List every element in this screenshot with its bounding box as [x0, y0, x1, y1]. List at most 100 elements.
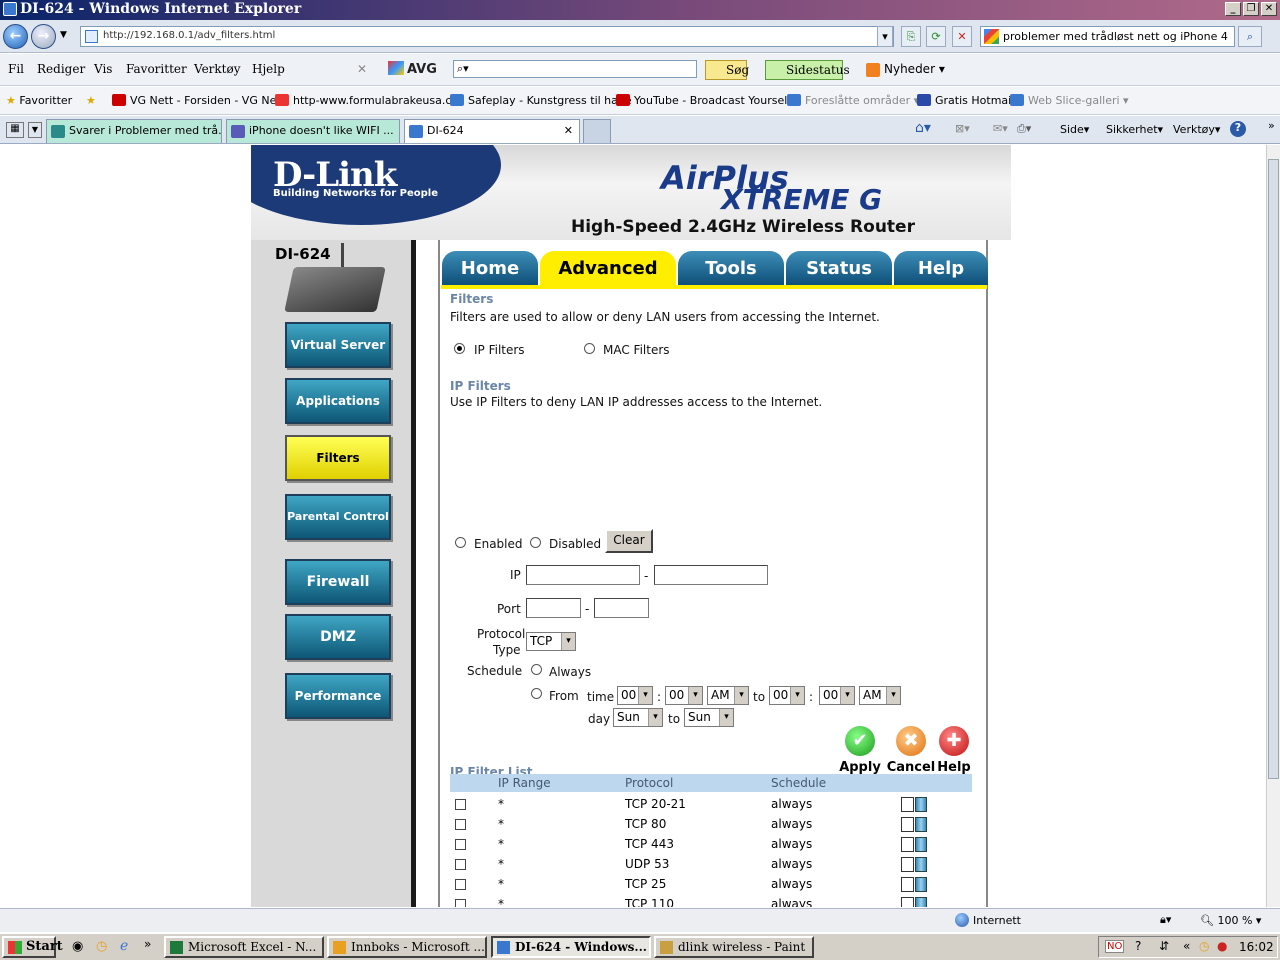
row-checkbox[interactable] [455, 819, 466, 830]
menu-favoritter[interactable]: Favoritter [126, 62, 187, 76]
from-hour-select[interactable]: 00 [617, 686, 653, 705]
task-ie[interactable]: DI-624 - Windows... [491, 936, 651, 958]
sidestatus-button[interactable]: Sidestatus [765, 60, 850, 80]
scrollbar-thumb[interactable] [1268, 159, 1279, 779]
from-radio[interactable] [531, 688, 542, 699]
from-day-select[interactable]: Sun [613, 708, 663, 727]
quick-tabs-icon[interactable]: ▦ [6, 122, 24, 138]
back-button[interactable]: ← [3, 24, 28, 49]
task-outlook[interactable]: Innboks - Microsoft ... [327, 936, 487, 958]
search-go-icon[interactable]: ⌕ [1238, 26, 1262, 47]
avg-toolbar[interactable]: AVG [388, 61, 437, 77]
trash-icon[interactable] [915, 897, 927, 907]
tray-expand-icon[interactable]: « [1183, 939, 1190, 953]
address-bar[interactable]: http://192.168.0.1/adv_filters.html [80, 26, 894, 47]
favorite-link[interactable]: YouTube - Broadcast Yourself [616, 94, 791, 107]
close-toolbar-icon[interactable]: ✕ [357, 62, 367, 76]
menu-vis[interactable]: Vis [94, 62, 112, 76]
sidebar-virtual-server[interactable]: Virtual Server [285, 322, 391, 368]
row-checkbox[interactable] [455, 839, 466, 850]
apply-button[interactable]: ✔ Apply [838, 726, 882, 775]
favorite-link[interactable]: Web Slice-galleri ▾ [1010, 94, 1129, 107]
sidebar-parental-control[interactable]: Parental Control [285, 494, 391, 540]
trash-icon[interactable] [915, 837, 927, 852]
mail-icon[interactable]: ✉▾ [993, 122, 1008, 135]
help-button[interactable]: ✚ Help [934, 726, 974, 775]
sidebar-dmz[interactable]: DMZ [285, 614, 391, 660]
protocol-select[interactable]: TCP [526, 632, 576, 651]
tab-home[interactable]: Home [442, 251, 538, 285]
sidebar-firewall[interactable]: Firewall [285, 559, 391, 605]
clear-button[interactable]: Clear [605, 529, 653, 553]
vertical-scrollbar[interactable] [1266, 145, 1280, 907]
ie-quicklaunch-icon[interactable]: ℯ [120, 938, 128, 954]
browser-tab[interactable]: iPhone doesn't like WIFI ... [226, 119, 400, 143]
edit-icon[interactable] [901, 837, 914, 852]
add-favorite-icon[interactable]: ★ [86, 94, 96, 107]
security-tray-icon[interactable]: ● [1217, 939, 1227, 953]
history-dropdown-icon[interactable]: ▼ [60, 30, 67, 40]
edit-icon[interactable] [901, 797, 914, 812]
nyheder-button[interactable]: Nyheder ▾ [866, 62, 945, 77]
zoom-level[interactable]: 🔍︎ 100 % ▾ [1200, 914, 1261, 927]
favorite-link[interactable]: Safeplay - Kunstgress til hage [450, 94, 632, 107]
favorite-link[interactable]: Gratis Hotmail [917, 94, 1014, 107]
maximize-button[interactable]: ❐ [1243, 2, 1259, 16]
task-paint[interactable]: dlink wireless - Paint [654, 936, 814, 958]
favorite-link[interactable]: Foreslåtte områder ▾ [787, 94, 919, 107]
from-ampm-select[interactable]: AM [707, 686, 749, 705]
edit-icon[interactable] [901, 857, 914, 872]
stop-icon[interactable]: ✕ [952, 26, 972, 47]
menu-verktoy[interactable]: Verktøy [194, 62, 241, 76]
compat-view-icon[interactable]: ⎘ [901, 26, 921, 47]
favorites-button[interactable]: ★ Favoritter [6, 94, 72, 107]
ip-start-input[interactable] [526, 565, 640, 585]
tab-tools[interactable]: Tools [678, 251, 784, 285]
search-input[interactable]: problemer med trådløst nett og iPhone 4 [980, 26, 1235, 47]
mac-filters-radio[interactable] [584, 343, 595, 354]
to-day-select[interactable]: Sun [684, 708, 734, 727]
verktoy-menu[interactable]: Verktøy▾ [1173, 123, 1220, 136]
chevron-more-icon[interactable]: » [144, 937, 151, 951]
edit-icon[interactable] [901, 897, 914, 907]
language-indicator[interactable]: NO [1105, 940, 1125, 953]
row-checkbox[interactable] [455, 799, 466, 810]
disabled-radio[interactable] [530, 537, 541, 548]
side-menu[interactable]: Side▾ [1060, 123, 1089, 136]
edit-icon[interactable] [901, 877, 914, 892]
refresh-icon[interactable]: ⟳ [926, 26, 946, 47]
sidebar-applications[interactable]: Applications [285, 378, 391, 424]
help-icon[interactable]: ? [1230, 121, 1246, 137]
close-button[interactable]: ✕ [1261, 2, 1277, 16]
trash-icon[interactable] [915, 877, 927, 892]
cancel-button[interactable]: ✖ Cancel [886, 726, 936, 775]
new-tab-button[interactable] [583, 119, 611, 143]
home-icon[interactable]: ⌂▾ [915, 120, 931, 136]
feeds-icon[interactable]: ⊠▾ [955, 122, 970, 135]
tab-status[interactable]: Status [786, 251, 892, 285]
task-excel[interactable]: Microsoft Excel - N... [164, 936, 324, 958]
to-hour-select[interactable]: 00 [769, 686, 805, 705]
favorite-link[interactable]: http-www.formulabrakeusa.c... [275, 94, 462, 107]
tab-list-icon[interactable]: ▼ [28, 122, 42, 138]
edit-icon[interactable] [901, 817, 914, 832]
ip-filters-radio[interactable] [454, 343, 465, 354]
from-minute-select[interactable]: 00 [665, 686, 703, 705]
row-checkbox[interactable] [455, 899, 466, 907]
avg-search-input[interactable]: ⌕▾ [453, 60, 697, 78]
port-end-input[interactable] [594, 598, 649, 618]
network-tray-icon[interactable]: ⇵ [1159, 939, 1169, 953]
port-start-input[interactable] [526, 598, 581, 618]
close-tab-icon[interactable]: ✕ [564, 124, 573, 137]
favorite-link[interactable]: VG Nett - Forsiden - VG Nett [112, 94, 285, 107]
browser-tab[interactable]: Svarer i Problemer med trå... [46, 119, 222, 143]
chevron-more-icon[interactable]: » [1268, 119, 1275, 132]
menu-rediger[interactable]: Rediger [37, 62, 85, 76]
always-radio[interactable] [531, 664, 542, 675]
print-icon[interactable]: ⎙▾ [1017, 122, 1031, 136]
trash-icon[interactable] [915, 817, 927, 832]
forward-button[interactable]: → [31, 24, 56, 49]
start-button[interactable]: Start [2, 936, 63, 958]
row-checkbox[interactable] [455, 859, 466, 870]
menu-fil[interactable]: Fil [8, 62, 24, 76]
